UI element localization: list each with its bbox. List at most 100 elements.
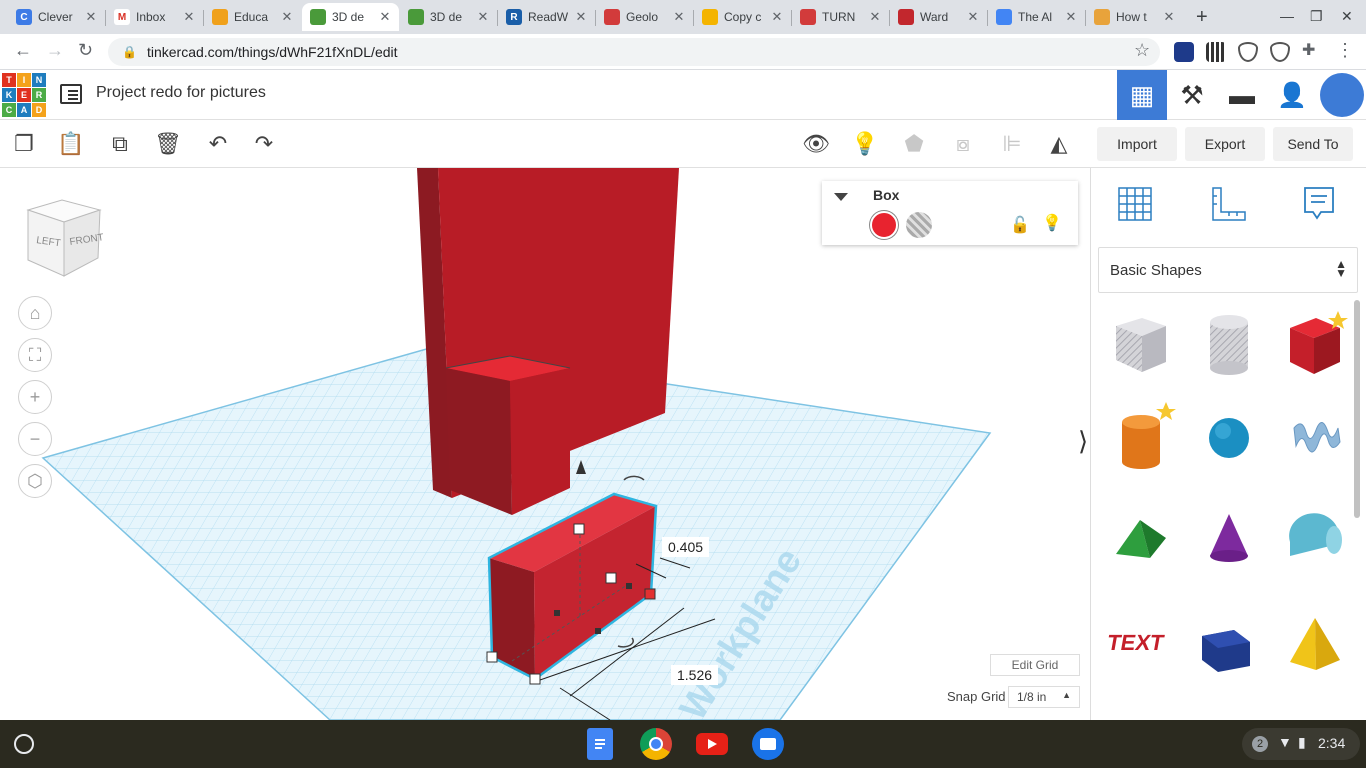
- url-bar[interactable]: 🔒 tinkercad.com/things/dWhF21fXnDL/edit: [108, 38, 1160, 66]
- launcher-icon[interactable]: [14, 734, 34, 754]
- close-window-icon[interactable]: ✕: [1341, 8, 1353, 25]
- new-tab-button[interactable]: +: [1196, 6, 1208, 29]
- view-cube[interactable]: LEFT FRONT: [22, 198, 105, 278]
- undo-icon[interactable]: ↶: [203, 129, 233, 159]
- reload-icon[interactable]: ↻: [78, 40, 93, 61]
- browser-tab[interactable]: The Al ✕: [988, 3, 1085, 31]
- google-docs-icon[interactable]: [587, 728, 613, 760]
- sphere-shape[interactable]: [1194, 400, 1264, 470]
- panel-scrollbar[interactable]: [1354, 300, 1360, 518]
- tab-close-icon[interactable]: ✕: [573, 9, 589, 25]
- solid-color-swatch[interactable]: [870, 211, 898, 239]
- lightbulb-icon[interactable]: 💡: [850, 129, 880, 159]
- send-to-button[interactable]: Send To: [1273, 127, 1353, 161]
- duplicate-icon[interactable]: ⧉: [105, 129, 135, 159]
- perspective-icon[interactable]: ⬡: [18, 464, 52, 498]
- edit-grid-button[interactable]: Edit Grid: [990, 654, 1080, 676]
- workplane-viewport[interactable]: Workplane LEFT FRONT ⌂ ⛶ + − ⬡ Box 🔓 💡 0…: [0, 168, 1090, 720]
- browser-tab[interactable]: Copy c ✕: [694, 3, 791, 31]
- unlock-icon[interactable]: 🔓: [1010, 215, 1030, 235]
- tab-close-icon[interactable]: ✕: [965, 9, 981, 25]
- user-avatar[interactable]: [1320, 73, 1364, 117]
- browser-menu-icon[interactable]: ⋮: [1336, 40, 1354, 61]
- notification-count[interactable]: 2: [1252, 736, 1268, 752]
- browser-tab[interactable]: Geolo ✕: [596, 3, 693, 31]
- fit-view-icon[interactable]: ⛶: [18, 338, 52, 372]
- cylinder-shape[interactable]: [1106, 400, 1176, 470]
- files-app-icon[interactable]: [752, 728, 784, 760]
- import-button[interactable]: Import: [1097, 127, 1177, 161]
- text-shape[interactable]: TEXT: [1105, 606, 1176, 676]
- browser-tab[interactable]: Ward ✕: [890, 3, 987, 31]
- collapse-inspector-icon[interactable]: [834, 193, 848, 201]
- 3d-design-view-icon[interactable]: ▦: [1117, 70, 1167, 120]
- blocks-pickaxe-icon[interactable]: ⚒: [1167, 70, 1217, 120]
- shape-category-select[interactable]: Basic Shapes ▲ ▼: [1098, 247, 1358, 293]
- length-dimension-label[interactable]: 1.526: [671, 665, 719, 685]
- tab-close-icon[interactable]: ✕: [475, 9, 491, 25]
- group-icon[interactable]: ⬟: [899, 129, 929, 159]
- minimize-icon[interactable]: —: [1280, 8, 1294, 24]
- shield-check-icon[interactable]: [1270, 42, 1290, 62]
- mirror-icon[interactable]: ◭: [1044, 129, 1074, 159]
- tab-close-icon[interactable]: ✕: [83, 9, 99, 25]
- ruler-icon[interactable]: [1207, 182, 1251, 226]
- trash-icon[interactable]: 🗑: [153, 129, 183, 159]
- forward-icon[interactable]: →: [46, 40, 64, 61]
- puzzle-extensions-icon[interactable]: ✚: [1302, 40, 1315, 60]
- copy-icon[interactable]: ❐: [9, 129, 39, 159]
- zoom-out-icon[interactable]: −: [18, 422, 52, 456]
- export-button[interactable]: Export: [1185, 127, 1265, 161]
- align-icon[interactable]: ⊫: [997, 129, 1027, 159]
- box-hole-shape[interactable]: [1106, 308, 1176, 378]
- tinkercad-logo[interactable]: TIN KER CAD: [2, 73, 46, 117]
- tab-close-icon[interactable]: ✕: [1161, 9, 1177, 25]
- visibility-bulb-icon[interactable]: 💡: [1042, 213, 1062, 233]
- browser-tab[interactable]: TURN ✕: [792, 3, 889, 31]
- add-user-icon[interactable]: 👤: [1267, 70, 1317, 120]
- shield-icon[interactable]: [1238, 42, 1258, 62]
- cone-shape[interactable]: [1194, 500, 1264, 570]
- hole-swatch[interactable]: [906, 212, 932, 238]
- browser-tab[interactable]: Educa ✕: [204, 3, 301, 31]
- chrome-icon[interactable]: [640, 728, 672, 760]
- roof-shape[interactable]: [1106, 500, 1176, 570]
- restore-icon[interactable]: ❐: [1310, 8, 1323, 25]
- home-view-icon[interactable]: ⌂: [18, 296, 52, 330]
- project-list-icon[interactable]: [60, 84, 82, 104]
- tab-close-icon[interactable]: ✕: [181, 9, 197, 25]
- round-roof-shape[interactable]: [1280, 500, 1350, 570]
- project-title[interactable]: Project redo for pictures: [96, 84, 266, 102]
- paste-icon[interactable]: 📋: [56, 129, 86, 159]
- status-tray[interactable]: 2 ▼ ▮ 2:34: [1242, 728, 1360, 760]
- snap-grid-select[interactable]: 1/8 in ▲: [1008, 686, 1080, 708]
- tab-close-icon[interactable]: ✕: [671, 9, 687, 25]
- tab-close-icon[interactable]: ✕: [1063, 9, 1079, 25]
- redo-icon[interactable]: ↷: [249, 129, 279, 159]
- back-icon[interactable]: ←: [14, 40, 32, 61]
- tab-close-icon[interactable]: ✕: [377, 9, 393, 25]
- pyramid-shape[interactable]: [1280, 606, 1350, 676]
- browser-tab[interactable]: M Inbox ✕: [106, 3, 203, 31]
- bricks-view-icon[interactable]: ▬: [1217, 70, 1267, 120]
- depth-dimension-label[interactable]: 0.405: [662, 537, 710, 557]
- tab-close-icon[interactable]: ✕: [867, 9, 883, 25]
- browser-tab[interactable]: 3D de ✕: [400, 3, 497, 31]
- tab-close-icon[interactable]: ✕: [279, 9, 295, 25]
- collapse-panel-chevron-icon[interactable]: ⟩: [1078, 426, 1090, 457]
- workplane-grid-icon[interactable]: [1113, 182, 1157, 226]
- ungroup-icon[interactable]: ⧇: [948, 129, 978, 159]
- small-red-box[interactable]: [445, 355, 571, 515]
- bookmark-star-icon[interactable]: ☆: [1134, 40, 1150, 61]
- qr-code-icon[interactable]: [1206, 42, 1226, 62]
- browser-tab[interactable]: C Clever ✕: [8, 3, 105, 31]
- polygon-shape[interactable]: [1194, 606, 1264, 676]
- notes-eye-icon[interactable]: 👁: [801, 129, 831, 159]
- notes-icon[interactable]: [1297, 182, 1341, 226]
- tab-close-icon[interactable]: ✕: [769, 9, 785, 25]
- zoom-in-icon[interactable]: +: [18, 380, 52, 414]
- box-shape[interactable]: [1280, 308, 1350, 378]
- youtube-icon[interactable]: [696, 733, 728, 755]
- extension-c-icon[interactable]: [1174, 42, 1194, 62]
- browser-tab[interactable]: R ReadW ✕: [498, 3, 595, 31]
